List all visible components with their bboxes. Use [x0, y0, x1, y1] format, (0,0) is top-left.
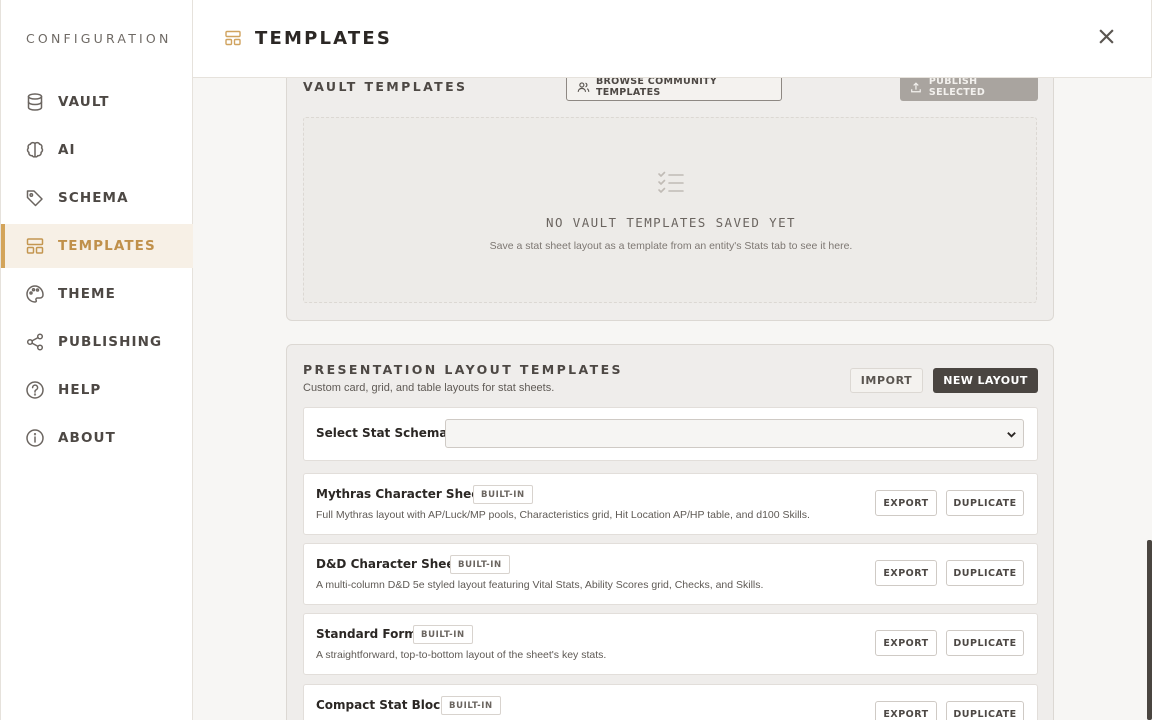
built-in-badge: BUILT-IN [450, 555, 510, 574]
import-button[interactable]: IMPORT [850, 368, 923, 393]
checklist-icon [656, 168, 686, 198]
duplicate-button[interactable]: DUPLICATE [946, 630, 1024, 656]
export-button[interactable]: EXPORT [875, 701, 937, 720]
export-button[interactable]: EXPORT [875, 630, 937, 656]
layout-icon [224, 29, 242, 47]
scrollbar-thumb[interactable] [1147, 540, 1152, 720]
sidebar-item-about[interactable]: ABOUT [1, 416, 193, 460]
sidebar-title: CONFIGURATION [26, 31, 172, 46]
sidebar-item-label: PUBLISHING [58, 334, 163, 350]
sidebar-item-vault[interactable]: VAULT [1, 80, 193, 124]
new-layout-button[interactable]: NEW LAYOUT [933, 368, 1038, 393]
layout-templates-panel: PRESENTATION LAYOUT TEMPLATES Custom car… [286, 344, 1054, 720]
duplicate-button[interactable]: DUPLICATE [946, 560, 1024, 586]
sidebar-item-label: SCHEMA [58, 190, 129, 206]
sidebar-item-label: THEME [58, 286, 116, 302]
template-description: A multi-column D&D 5e styled layout feat… [316, 579, 764, 591]
section-title: PRESENTATION LAYOUT TEMPLATES [303, 362, 623, 377]
sidebar-item-schema[interactable]: SCHEMA [1, 176, 193, 220]
users-icon [577, 82, 590, 92]
section-description: Custom card, grid, and table layouts for… [303, 382, 555, 394]
export-button[interactable]: EXPORT [875, 560, 937, 586]
sidebar-item-label: TEMPLATES [58, 238, 156, 254]
chevron-down-icon [1007, 432, 1016, 438]
upload-icon [911, 81, 921, 92]
template-name: D&D Character Sheet [316, 557, 461, 571]
empty-state-subtitle: Save a stat sheet layout as a template f… [489, 240, 853, 252]
template-description: A straightforward, top-to-bottom layout … [316, 649, 607, 661]
template-name: Standard Form [316, 627, 417, 641]
main-content: VAULT TEMPLATES BROWSE COMMUNITY TEMPLAT… [193, 0, 1152, 720]
template-card: Standard Form BUILT-IN A straightforward… [303, 613, 1038, 675]
built-in-badge: BUILT-IN [441, 696, 501, 715]
duplicate-button[interactable]: DUPLICATE [946, 701, 1024, 720]
section-title: VAULT TEMPLATES [303, 79, 468, 94]
template-card: Mythras Character Sheet BUILT-IN Full My… [303, 473, 1038, 535]
brain-icon [25, 140, 45, 160]
schema-select-label: Select Stat Schema: [316, 426, 453, 440]
sidebar-item-label: AI [58, 142, 76, 158]
info-circle-icon [25, 428, 45, 448]
share-icon [25, 332, 45, 352]
template-card: D&D Character Sheet BUILT-IN A multi-col… [303, 543, 1038, 605]
stat-schema-select[interactable] [445, 419, 1024, 448]
template-card: Compact Stat Block BUILT-IN EXPORT DUPLI… [303, 684, 1038, 720]
database-icon [25, 92, 45, 112]
sidebar-item-label: ABOUT [58, 430, 116, 446]
sidebar-item-templates[interactable]: TEMPLATES [1, 224, 193, 268]
sidebar-item-label: HELP [58, 382, 102, 398]
duplicate-button[interactable]: DUPLICATE [946, 490, 1024, 516]
close-icon [1098, 28, 1114, 44]
built-in-badge: BUILT-IN [413, 625, 473, 644]
template-description: Full Mythras layout with AP/Luck/MP pool… [316, 509, 810, 521]
palette-icon [25, 284, 45, 304]
tag-icon [25, 188, 45, 208]
export-button[interactable]: EXPORT [875, 490, 937, 516]
empty-state: NO VAULT TEMPLATES SAVED YET Save a stat… [303, 117, 1037, 303]
sidebar-item-label: VAULT [58, 94, 110, 110]
page-header: TEMPLATES [193, 0, 1152, 78]
template-name: Mythras Character Sheet [316, 487, 486, 501]
sidebar-item-help[interactable]: HELP [1, 368, 193, 412]
vault-templates-panel: VAULT TEMPLATES BROWSE COMMUNITY TEMPLAT… [286, 50, 1054, 321]
layout-icon [25, 236, 45, 256]
empty-state-title: NO VAULT TEMPLATES SAVED YET [546, 215, 796, 230]
close-button[interactable] [1095, 25, 1117, 47]
sidebar-item-theme[interactable]: THEME [1, 272, 193, 316]
sidebar-item-publishing[interactable]: PUBLISHING [1, 320, 193, 364]
built-in-badge: BUILT-IN [473, 485, 533, 504]
help-circle-icon [25, 380, 45, 400]
template-name: Compact Stat Block [316, 698, 449, 712]
button-label: BROWSE COMMUNITY TEMPLATES [595, 76, 718, 98]
button-label: PUBLISH SELECTED [928, 76, 986, 98]
settings-sidebar: CONFIGURATION VAULT AI SCHEMA TEMPLATES … [0, 0, 193, 720]
page-title: TEMPLATES [255, 28, 393, 49]
schema-selector-row: Select Stat Schema: [303, 407, 1038, 461]
sidebar-item-ai[interactable]: AI [1, 128, 193, 172]
